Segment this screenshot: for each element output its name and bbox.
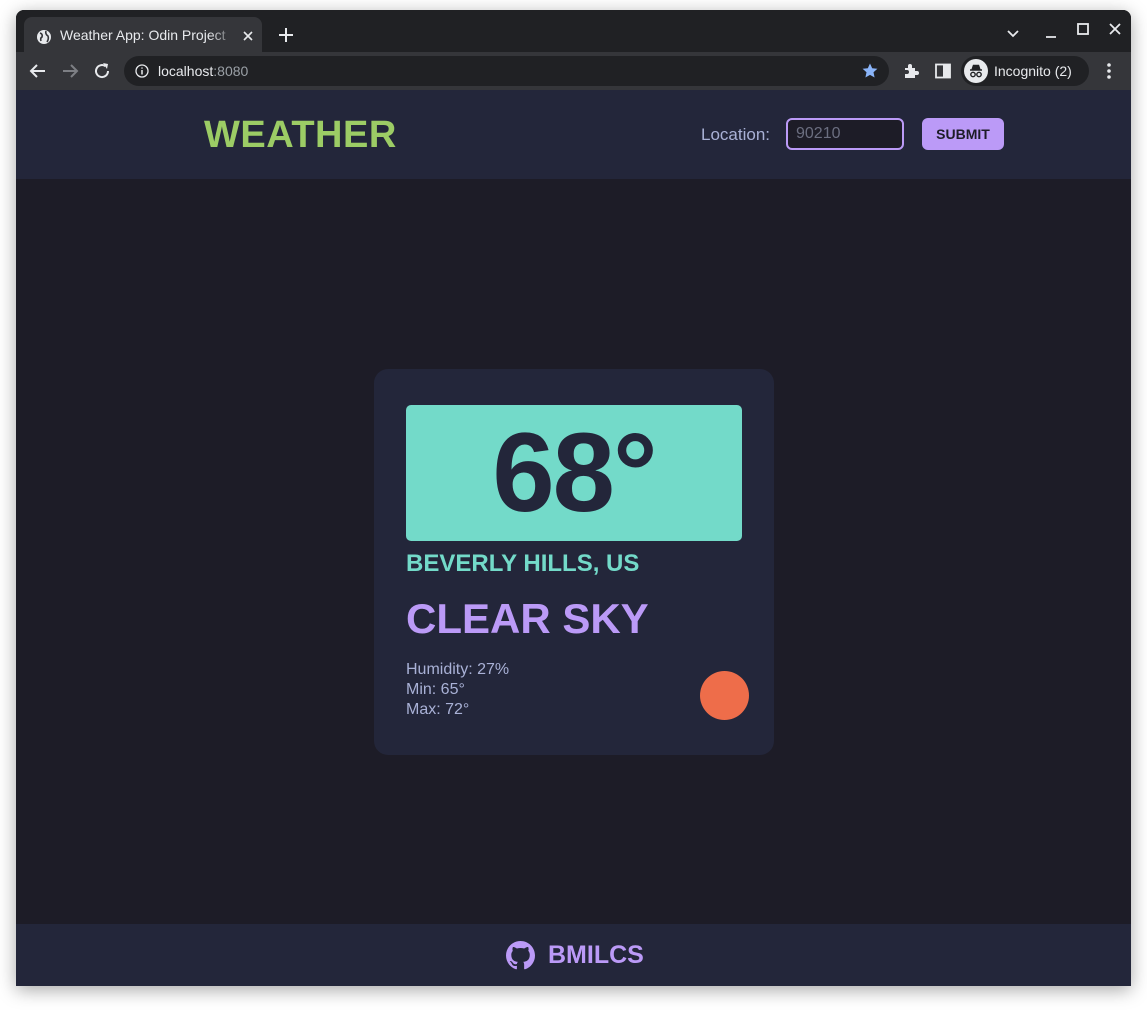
forward-arrow-icon[interactable] bbox=[59, 60, 81, 82]
weather-condition: CLEAR SKY bbox=[406, 595, 649, 642]
minimize-icon[interactable] bbox=[1040, 24, 1062, 42]
tab-title: Weather App: Odin Project bbox=[60, 27, 226, 43]
site-info-icon[interactable] bbox=[135, 64, 149, 78]
weather-page: WEATHER Location: SUBMIT 68° BEVERLY HIL… bbox=[16, 90, 1131, 986]
address-bar[interactable]: localhost:8080 bbox=[124, 56, 889, 86]
temperature-value: 68° bbox=[492, 410, 657, 535]
temperature-box: 68° bbox=[406, 405, 742, 541]
incognito-icon bbox=[964, 59, 988, 83]
extensions-puzzle-icon[interactable] bbox=[902, 62, 920, 80]
weather-details: Humidity: 27% Min: 65° Max: 72° bbox=[406, 660, 509, 720]
tab-strip: Weather App: Odin Project bbox=[16, 10, 1131, 56]
submit-button[interactable]: SUBMIT bbox=[922, 118, 1004, 150]
site-footer: BMILCS bbox=[16, 924, 1131, 986]
humidity-text: Humidity: 27% bbox=[406, 661, 510, 678]
bookmark-star-icon[interactable] bbox=[861, 62, 879, 80]
maximize-icon[interactable] bbox=[1072, 20, 1094, 38]
tab-search-chevron-icon[interactable] bbox=[1002, 24, 1024, 42]
side-panel-icon[interactable] bbox=[934, 62, 952, 80]
url-text: localhost:8080 bbox=[158, 63, 249, 79]
reload-icon[interactable] bbox=[91, 60, 113, 82]
github-icon[interactable] bbox=[506, 941, 535, 970]
incognito-label: Incognito (2) bbox=[994, 63, 1072, 79]
browser-window: Weather App: Odin Project localhost:8080… bbox=[16, 10, 1131, 986]
globe-icon bbox=[37, 30, 51, 44]
tab-weather-app[interactable]: Weather App: Odin Project bbox=[24, 17, 262, 56]
location-label: Location: bbox=[701, 125, 770, 144]
min-temp-text: Min: 65° bbox=[406, 681, 465, 698]
back-arrow-icon[interactable] bbox=[27, 60, 49, 82]
city-name: BEVERLY HILLS, US bbox=[406, 550, 640, 577]
site-logo[interactable]: WEATHER bbox=[204, 114, 397, 157]
sun-icon bbox=[700, 671, 749, 720]
max-temp-text: Max: 72° bbox=[406, 701, 470, 718]
weather-card: 68° BEVERLY HILLS, US CLEAR SKY Humidity… bbox=[374, 369, 774, 755]
close-tab-icon[interactable] bbox=[240, 28, 256, 44]
site-header: WEATHER Location: SUBMIT bbox=[16, 90, 1131, 179]
incognito-profile-button[interactable]: Incognito (2) bbox=[961, 56, 1089, 86]
location-input[interactable] bbox=[786, 118, 904, 150]
browser-toolbar: localhost:8080 Incognito (2) bbox=[16, 52, 1131, 90]
new-tab-icon[interactable] bbox=[275, 25, 297, 45]
github-username[interactable]: BMILCS bbox=[548, 941, 644, 970]
more-menu-icon[interactable] bbox=[1101, 60, 1117, 82]
close-window-icon[interactable] bbox=[1104, 20, 1126, 38]
